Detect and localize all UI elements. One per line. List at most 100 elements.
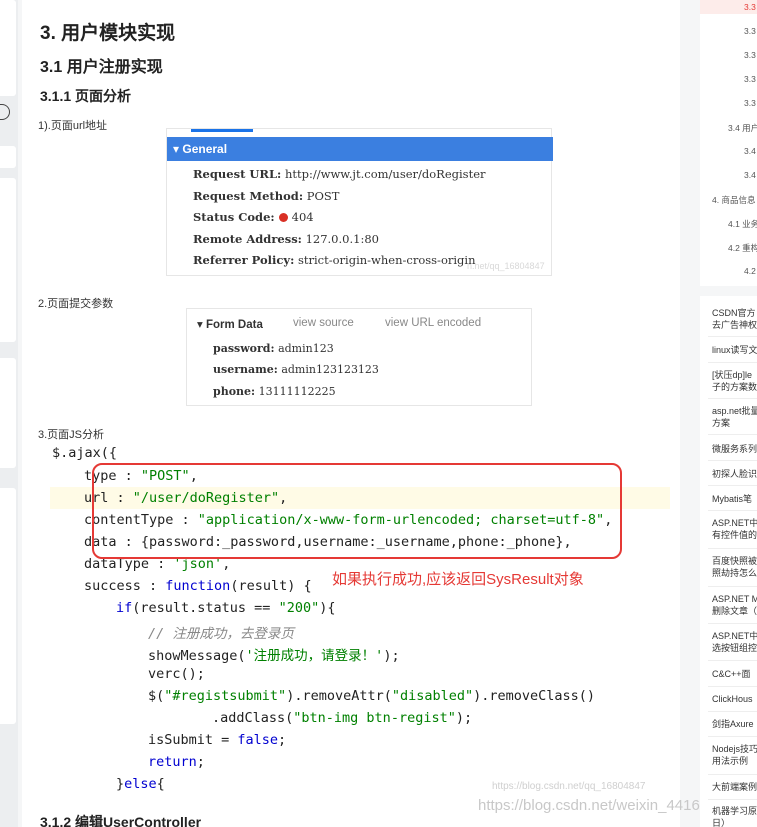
recommend-item[interactable]: ASP.NET中 [712, 631, 757, 642]
recommend-item[interactable]: 照劫持怎么 [712, 568, 757, 579]
divider [708, 485, 757, 486]
view-url-encoded-link: view URL encoded [385, 317, 482, 329]
divider [708, 660, 757, 661]
code-line: }else{ [116, 776, 165, 792]
remote-address-row: Remote Address: 127.0.0.1:80 [193, 232, 379, 246]
form-data-header: ▾ Form Data [197, 319, 263, 331]
request-url-row: Request URL: http://www.jt.com/user/doRe… [193, 167, 486, 181]
tab-underline [191, 129, 253, 132]
divider [708, 736, 757, 737]
view-source-link: view source [293, 317, 354, 329]
code-line: isSubmit = false; [148, 732, 287, 748]
left-card-bottom [0, 488, 16, 724]
code-line: .addClass("btn-img btn-regist"); [212, 710, 473, 726]
left-card-small[interactable] [0, 146, 16, 168]
recommend-item[interactable]: Nodejs技巧 [712, 744, 757, 755]
divider [708, 336, 757, 337]
table-of-contents: 3.3 3.3 3.3 3.3 3.3 3.4 用户 3.4 3.4 4. 商品… [700, 0, 757, 286]
recommend-item[interactable]: ASP.NET M [712, 594, 757, 605]
toc-item[interactable]: 3.3 [744, 50, 756, 60]
recommend-item[interactable]: 剑指Axure [712, 719, 757, 730]
red-highlight-box [92, 463, 622, 559]
divider [708, 686, 757, 687]
recommend-item[interactable]: 百度快照被 [712, 556, 757, 567]
divider [708, 586, 757, 587]
username-row: username: admin123123123 [213, 363, 379, 376]
recommend-item[interactable]: 日） [712, 818, 757, 827]
general-watermark: n.net/qq_16804847 [467, 261, 545, 271]
red-annotation: 如果执行成功,应该返回SysResult对象 [332, 571, 584, 588]
left-sidebar [0, 0, 18, 827]
divider [708, 548, 757, 549]
status-error-icon [278, 213, 288, 222]
general-header: ▾ General [167, 137, 553, 161]
toc-item[interactable]: 3.3 [744, 74, 756, 84]
divider [708, 362, 757, 363]
recommend-item[interactable]: 有控件值的 [712, 530, 757, 541]
recommend-item[interactable]: ClickHous [712, 694, 757, 705]
referrer-policy-row: Referrer Policy: strict-origin-when-cros… [193, 253, 476, 267]
general-panel-image: ▾ General Request URL: http://www.jt.com… [166, 128, 553, 276]
code-line: // 注册成功，去登录页 [148, 626, 294, 642]
note-url: 1).页面url地址 [38, 120, 108, 132]
code-line: $.ajax({ [52, 445, 118, 461]
toc-item[interactable]: 4.2 [744, 266, 756, 276]
divider [708, 711, 757, 712]
recommend-item[interactable]: [状压dp]le [712, 370, 757, 381]
code-line: success : function(result) { [84, 578, 312, 594]
toc-item[interactable]: 4.1 业务 [728, 218, 757, 230]
divider [708, 623, 757, 624]
code-watermark: https://blog.csdn.net/qq_16804847 [492, 781, 646, 792]
subsubsection-heading: 3.1.1 页面分析 [40, 88, 132, 104]
toc-item[interactable]: 4.2 重构 [728, 242, 757, 254]
divider [708, 510, 757, 511]
right-sidebar: 3.3 3.3 3.3 3.3 3.3 3.4 用户 3.4 3.4 4. 商品… [700, 0, 757, 827]
recommend-item[interactable]: 方案 [712, 418, 757, 429]
recommend-item[interactable]: CSDN官方 [712, 308, 757, 319]
code-line: showMessage('注册成功，请登录！'); [148, 648, 400, 664]
page-root: 3. 用户模块实现 3.1 用户注册实现 3.1.1 页面分析 1).页面url… [0, 0, 757, 827]
code-screenshot: $.ajax({ type : "POST", url : "/user/doR… [50, 441, 680, 801]
recommend-item[interactable]: 选按钮组控 [712, 643, 757, 654]
recommend-item[interactable]: 子的方案数 [712, 382, 757, 393]
code-line: $("#registsubmit").removeAttr("disabled"… [148, 688, 596, 704]
recommend-list: CSDN官方 去广告神权 linux读写文 [状压dp]le 子的方案数 asp… [700, 296, 757, 827]
status-code-row: Status Code: 404 [193, 210, 314, 224]
recommend-item[interactable]: 机器学习原 [712, 806, 757, 817]
phone-row: phone: 13111112225 [213, 385, 336, 398]
divider [708, 434, 757, 435]
article-body: 3. 用户模块实现 3.1 用户注册实现 3.1.1 页面分析 1).页面url… [22, 0, 680, 827]
next-subsection-heading: 3.1.2 编辑UserController [40, 814, 202, 827]
recommend-item[interactable]: asp.net批量 [712, 406, 757, 417]
divider [708, 774, 757, 775]
recommend-item[interactable]: 用法示例 [712, 756, 757, 767]
code-line: return; [148, 754, 205, 770]
left-card-mid [0, 178, 16, 342]
recommend-item[interactable]: ASP.NET中 [712, 518, 757, 529]
recommend-item[interactable]: 微服务系列 [712, 444, 757, 455]
recommend-item[interactable]: Mybatis笔 [712, 494, 757, 505]
left-card-lower [0, 358, 16, 468]
recommend-item[interactable]: linux读写文 [712, 345, 757, 356]
toc-item[interactable]: 4. 商品信息 [712, 194, 755, 206]
toc-item[interactable]: 3.3 [744, 98, 756, 108]
recommend-item[interactable]: 删除文章（ [712, 606, 757, 617]
note-params: 2.页面提交参数 [38, 298, 114, 310]
left-circle-icon[interactable] [0, 104, 10, 120]
note-js: 3.页面JS分析 [38, 429, 105, 441]
toc-item[interactable]: 3.4 用户 [728, 122, 757, 134]
toc-item[interactable]: 3.3 [744, 26, 756, 36]
recommend-item[interactable]: 初探人脸识 [712, 469, 757, 480]
toc-item[interactable]: 3.4 [744, 146, 756, 156]
recommend-item[interactable]: C&C++面 [712, 669, 757, 680]
divider [708, 398, 757, 399]
toc-item[interactable]: 3.4 [744, 170, 756, 180]
toc-item[interactable]: 3.3 [744, 2, 756, 12]
divider [708, 799, 757, 800]
recommend-item[interactable]: 大前端案例 [712, 782, 757, 793]
section-heading: 3. 用户模块实现 [40, 23, 176, 44]
form-data-panel-image: ▾ Form Data view source view URL encoded… [186, 308, 532, 406]
footer-watermark: https://blog.csdn.net/weixin_4416 [478, 797, 700, 814]
request-method-row: Request Method: POST [193, 189, 340, 203]
recommend-item[interactable]: 去广告神权 [712, 320, 757, 331]
